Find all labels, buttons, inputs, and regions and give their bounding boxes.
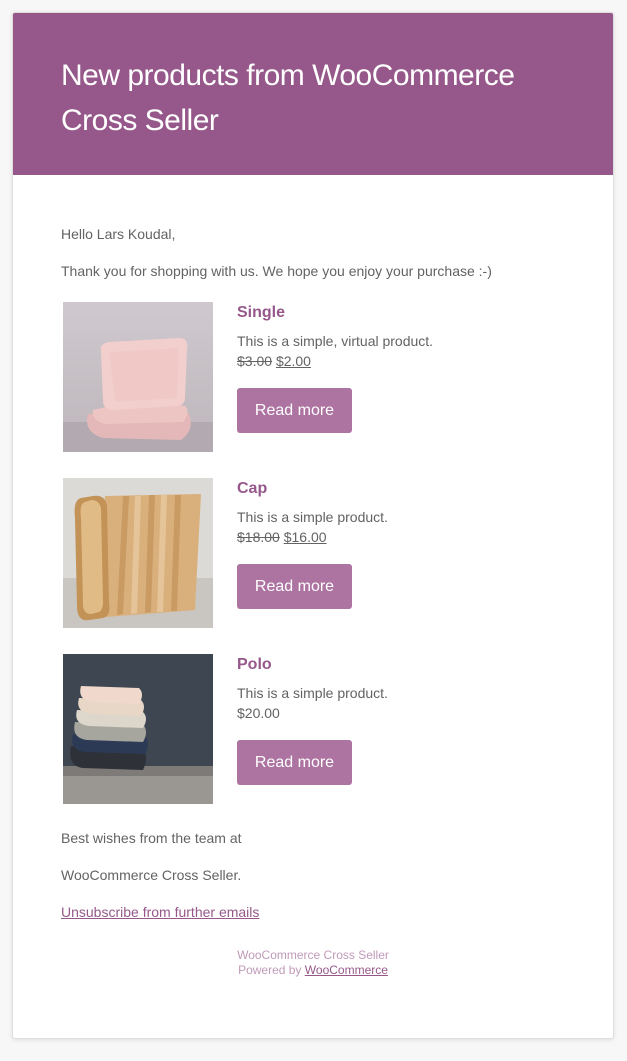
product-price: $18.00 $16.00 [237, 527, 388, 548]
pillow-image[interactable] [63, 302, 213, 452]
folded-towels-image[interactable] [63, 654, 213, 804]
product-item-cap: Cap This is a simple product. $18.00 $16… [61, 478, 565, 654]
product-info: Single This is a simple, virtual product… [237, 302, 433, 478]
product-name[interactable]: Single [237, 303, 433, 323]
product-item-single: Single This is a simple, virtual product… [61, 302, 565, 478]
product-name[interactable]: Polo [237, 655, 388, 675]
email-title-line1: New products from WooCommerce [61, 59, 515, 92]
sale-price: $2.00 [275, 353, 311, 369]
email-footer: WooCommerce Cross Seller Powered by WooC… [61, 948, 565, 978]
product-price: $20.00 [237, 705, 280, 721]
product-name[interactable]: Cap [237, 479, 388, 499]
product-description: This is a simple, virtual product. [237, 333, 434, 349]
email-title: New products from WooCommerce Cross Sell… [61, 53, 565, 143]
woocommerce-link[interactable]: WooCommerce [305, 963, 388, 977]
unsubscribe-link[interactable]: Unsubscribe from further emails [61, 902, 259, 922]
email-title-line2: Cross Seller [61, 104, 219, 137]
footer-powered: Powered by WooCommerce [61, 963, 565, 978]
read-more-button[interactable]: Read more [237, 564, 352, 609]
read-more-button[interactable]: Read more [237, 388, 352, 433]
closing-text: Best wishes from the team at [61, 830, 242, 846]
greeting-text: Hello Lars Koudal, [61, 226, 176, 242]
footer-site-name: WooCommerce Cross Seller [237, 948, 389, 962]
regular-price: $3.00 [237, 353, 273, 369]
email-card: New products from WooCommerce Cross Sell… [12, 12, 614, 1039]
intro-text: Thank you for shopping with us. We hope … [61, 263, 492, 279]
rug-image[interactable] [63, 478, 213, 628]
footer-powered-label: Powered by [238, 963, 302, 977]
team-signature: WooCommerce Cross Seller. [61, 867, 242, 883]
email-body: Hello Lars Koudal, Thank you for shoppin… [13, 175, 613, 978]
sale-price: $16.00 [283, 529, 327, 545]
regular-price: $18.00 [237, 529, 280, 545]
product-item-polo: Polo This is a simple product. $20.00 Re… [61, 654, 565, 830]
product-info: Cap This is a simple product. $18.00 $16… [237, 478, 388, 654]
product-description: This is a simple product. [237, 509, 388, 525]
product-description: This is a simple product. [237, 685, 388, 701]
email-header: New products from WooCommerce Cross Sell… [13, 13, 613, 175]
product-price: $3.00 $2.00 [237, 351, 433, 372]
product-list: Single This is a simple, virtual product… [61, 302, 565, 830]
read-more-button[interactable]: Read more [237, 740, 352, 785]
product-info: Polo This is a simple product. $20.00 Re… [237, 654, 388, 830]
